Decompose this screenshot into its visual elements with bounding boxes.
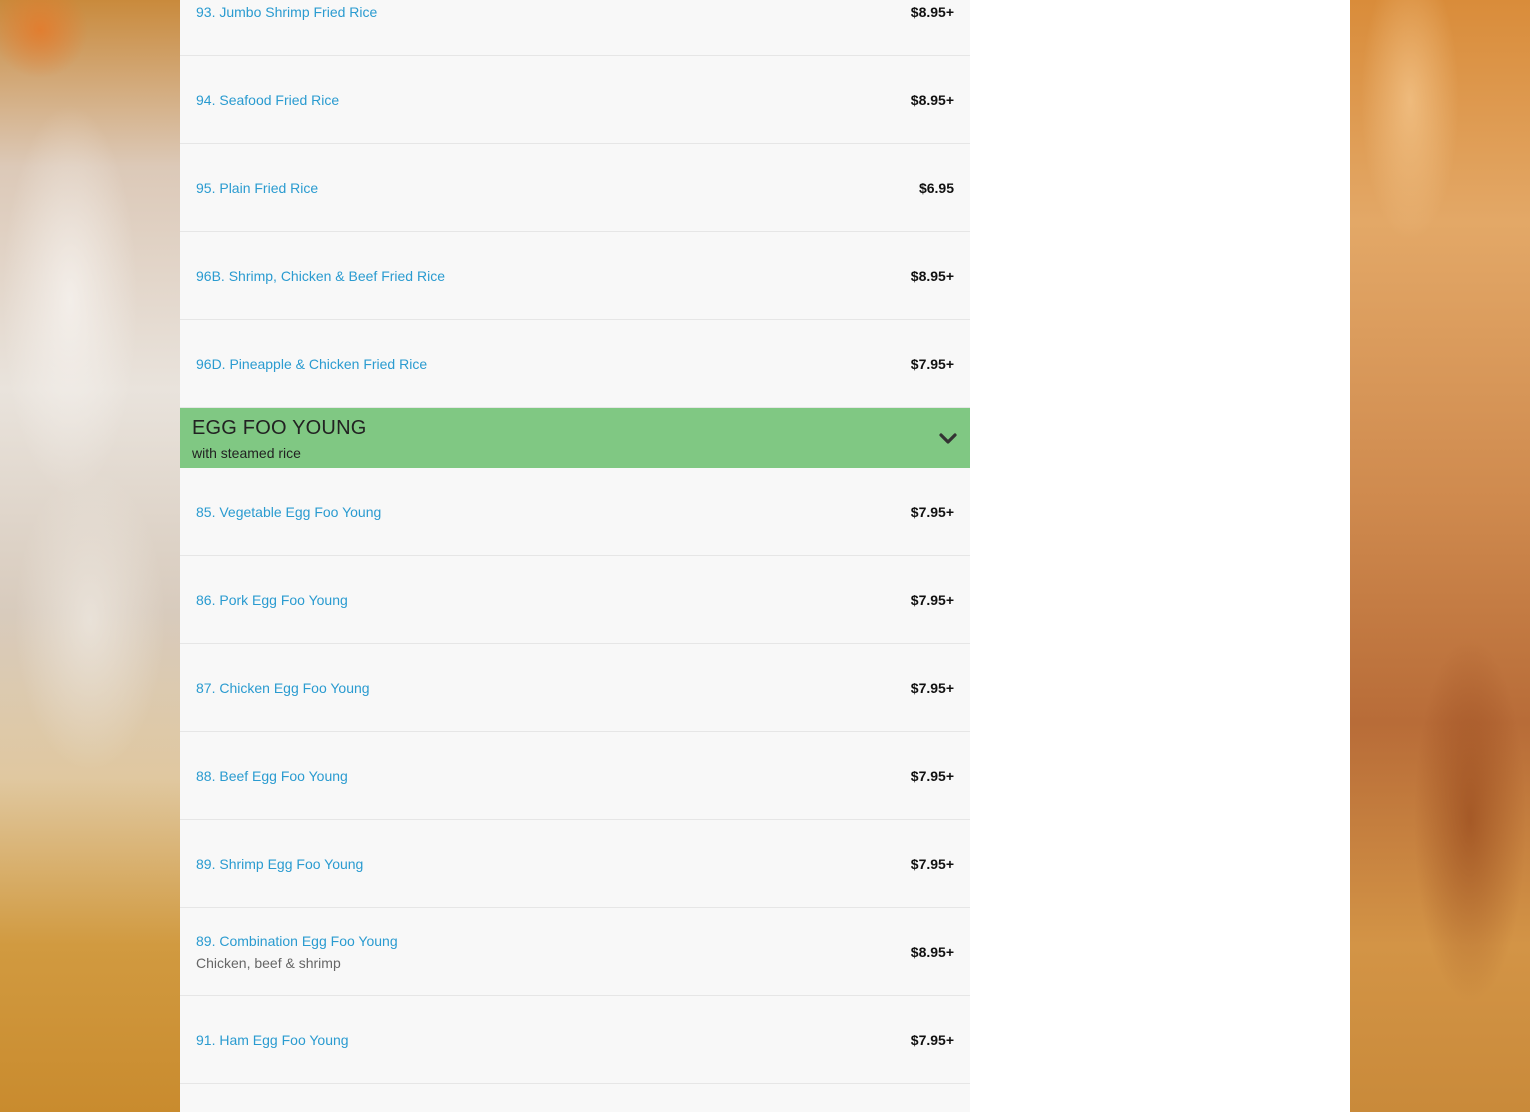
menu-item[interactable]: 85. Vegetable Egg Foo Young $7.95+ — [180, 468, 970, 556]
menu-item[interactable]: 95. Plain Fried Rice $6.95 — [180, 144, 970, 232]
menu-item[interactable]: 89. Combination Egg Foo Young Chicken, b… — [180, 908, 970, 996]
menu-item-price: $7.95+ — [910, 856, 954, 872]
section-subtitle: with steamed rice — [192, 445, 301, 461]
menu-item[interactable]: 94. Seafood Fried Rice $8.95+ — [180, 56, 970, 144]
menu-item[interactable] — [180, 1084, 970, 1112]
page-content: 93. Jumbo Shrimp Fried Rice $8.95+ 94. S… — [180, 0, 1350, 1112]
chevron-down-icon[interactable] — [938, 430, 958, 446]
menu-item-price: $7.95+ — [910, 768, 954, 784]
menu-item-price: $8.95+ — [910, 944, 954, 960]
menu-item-name[interactable]: 96B. Shrimp, Chicken & Beef Fried Rice — [196, 268, 445, 284]
menu-column: 93. Jumbo Shrimp Fried Rice $8.95+ 94. S… — [180, 0, 970, 1112]
menu-item-name[interactable]: 94. Seafood Fried Rice — [196, 92, 339, 108]
menu-item-name[interactable]: 89. Combination Egg Foo Young — [196, 933, 398, 949]
background-left — [0, 0, 180, 1112]
menu-item-name[interactable]: 86. Pork Egg Foo Young — [196, 592, 348, 608]
menu-item[interactable]: 91. Ham Egg Foo Young $7.95+ — [180, 996, 970, 1084]
menu-item-price: $8.95+ — [910, 92, 954, 108]
menu-item[interactable]: 96B. Shrimp, Chicken & Beef Fried Rice $… — [180, 232, 970, 320]
menu-item[interactable]: 86. Pork Egg Foo Young $7.95+ — [180, 556, 970, 644]
background-right — [1350, 0, 1530, 1112]
section-header-egg-foo-young[interactable]: EGG FOO YOUNG with steamed rice — [180, 408, 970, 468]
menu-item-price: $8.95+ — [910, 4, 954, 20]
menu-item-name[interactable]: 93. Jumbo Shrimp Fried Rice — [196, 4, 377, 20]
menu-item-description: Chicken, beef & shrimp — [196, 955, 341, 971]
menu-item-name[interactable]: 95. Plain Fried Rice — [196, 180, 318, 196]
menu-item-name[interactable]: 91. Ham Egg Foo Young — [196, 1032, 349, 1048]
menu-item-name[interactable]: 89. Shrimp Egg Foo Young — [196, 856, 363, 872]
menu-item-name[interactable]: 85. Vegetable Egg Foo Young — [196, 504, 381, 520]
menu-item[interactable]: 93. Jumbo Shrimp Fried Rice $8.95+ — [180, 0, 970, 56]
menu-item-price: $7.95+ — [910, 592, 954, 608]
section-title: EGG FOO YOUNG — [192, 417, 367, 439]
menu-item[interactable]: 87. Chicken Egg Foo Young $7.95+ — [180, 644, 970, 732]
menu-item-name[interactable]: 96D. Pineapple & Chicken Fried Rice — [196, 356, 427, 372]
menu-item-price: $8.95+ — [910, 268, 954, 284]
menu-item[interactable]: 88. Beef Egg Foo Young $7.95+ — [180, 732, 970, 820]
menu-item-price: $7.95+ — [910, 504, 954, 520]
menu-item[interactable]: 89. Shrimp Egg Foo Young $7.95+ — [180, 820, 970, 908]
menu-item-price: $6.95 — [918, 180, 954, 196]
menu-item-price: $7.95+ — [910, 680, 954, 696]
menu-item-name[interactable]: 87. Chicken Egg Foo Young — [196, 680, 370, 696]
menu-item-price: $7.95+ — [910, 356, 954, 372]
menu-item-name[interactable]: 88. Beef Egg Foo Young — [196, 768, 348, 784]
menu-item-price: $7.95+ — [910, 1032, 954, 1048]
menu-item[interactable]: 96D. Pineapple & Chicken Fried Rice $7.9… — [180, 320, 970, 408]
